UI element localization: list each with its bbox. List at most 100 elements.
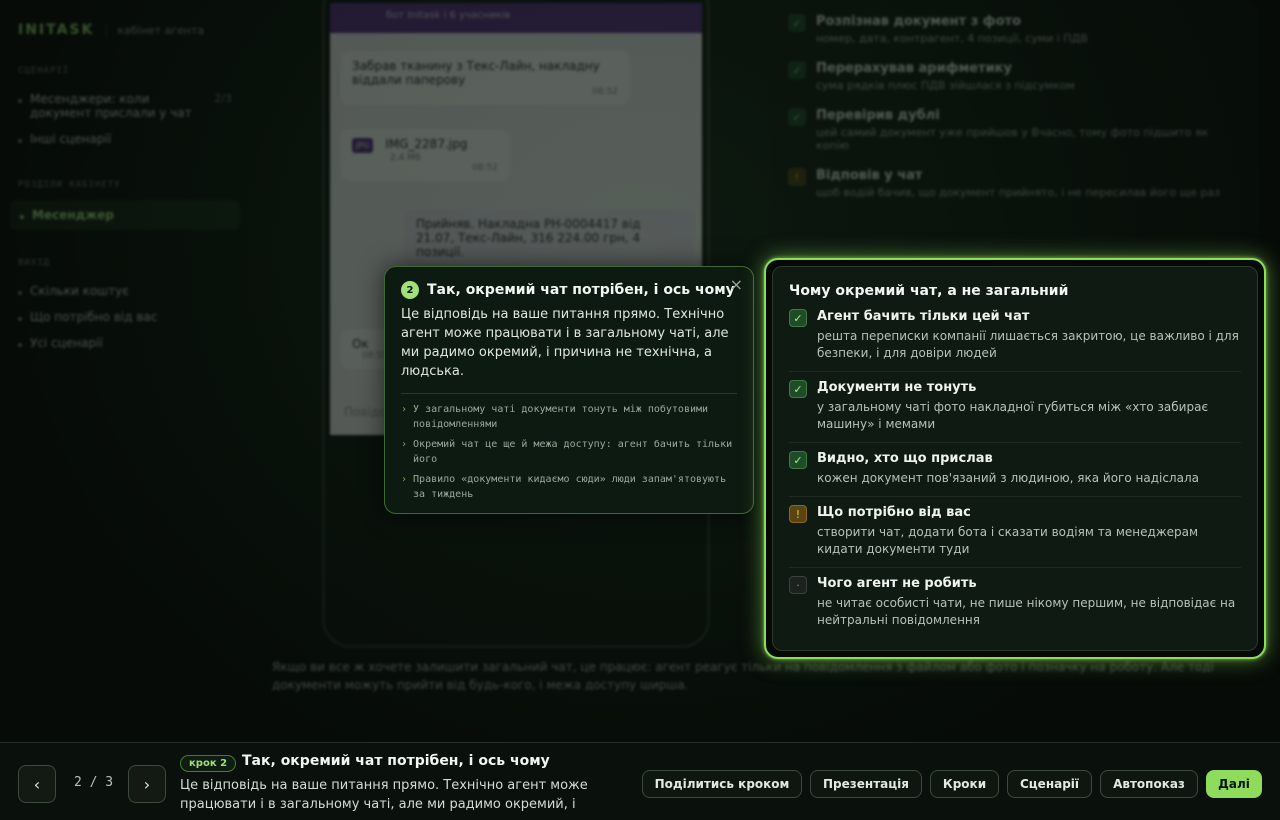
action-title: Перевірив дублі (816, 108, 940, 123)
sidebar-item-other-scenarios[interactable]: Інші сценарії (18, 126, 232, 152)
presentation-button[interactable]: Презентація (810, 770, 922, 798)
sidebar-item-messengers-scenario[interactable]: Месенджери: коли документ прислали у чат… (18, 86, 232, 126)
action-desc: цей самий документ уже прийшов у Вчасно,… (816, 126, 1209, 152)
agent-action-item: ✓ Перевірив дублі цей самий документ уже … (788, 108, 1242, 152)
check-icon: ✓ (789, 380, 807, 398)
chat-file-message[interactable]: JPG IMG_2287.jpg 2,4 Мб 08:52 (340, 129, 510, 181)
popover-bullet: › Окремий чат це ще й межа доступу: агент… (401, 437, 737, 467)
reason-title: Документи не тонуть (817, 380, 977, 395)
agent-action-item: ✓ Розпізнав документ з фото номер, дата, … (788, 14, 1242, 45)
reason-desc: решта переписки компанії лишається закри… (817, 329, 1239, 360)
highlighted-panel-content: Чому окремий чат, а не загальний ✓ Агент… (772, 266, 1258, 651)
sidebar-item-pricing[interactable]: Скільки коштує (18, 278, 232, 304)
reason-item: ! Що потрібно від вас створити чат, дода… (789, 505, 1241, 568)
sidebar: INITASK кабінет агента СЦЕНАРІЇ Месендже… (0, 0, 250, 742)
warning-icon: ! (789, 505, 807, 523)
sidebar-item-label: Месенджер (32, 208, 114, 222)
warning-icon: ! (788, 168, 806, 186)
next-button[interactable]: Далі (1206, 770, 1262, 798)
bullet-icon (18, 139, 22, 143)
reason-desc: кожен документ пов'язаний з людиною, яка… (817, 471, 1199, 485)
sidebar-section-title: ВИХІД (18, 258, 51, 268)
divider (401, 393, 737, 394)
panel-title: Чому окремий чат, а не загальний (789, 283, 1069, 299)
brand-subtitle: кабінет агента (106, 23, 204, 37)
action-desc: номер, дата, контрагент, 4 позиції, суми… (816, 32, 1088, 45)
step-badge: крок 2 (180, 755, 237, 772)
steps-button[interactable]: Кроки (930, 770, 999, 798)
reason-desc: у загальному чаті фото накладної губитьс… (817, 400, 1209, 431)
agent-action-item: ! Відповів у чат щоб водій бачив, що доку… (788, 168, 1242, 199)
sidebar-item-label: Інші сценарії (30, 132, 112, 146)
jpg-file-icon: JPG (352, 138, 374, 153)
message-text: Прийняв. Накладна РН-0004417 від 21.07, … (416, 217, 641, 259)
bullet-icon (18, 317, 22, 321)
next-step-arrow-button[interactable]: › (128, 765, 166, 803)
popover-title: Так, окремий чат потрібен, і ось чому (427, 282, 735, 298)
bullet-text: У загальному чаті документи тонуть між п… (413, 404, 709, 430)
bot-message: Прийняв. Накладна РН-0004417 від 21.07, … (404, 209, 694, 267)
step-popover: 2 Так, окремий чат потрібен, і ось чому … (384, 266, 754, 514)
message-text: Ок (352, 337, 369, 351)
share-step-button[interactable]: Поділитись кроком (642, 770, 802, 798)
reason-desc: не читає особисті чати, не пише нікому п… (817, 596, 1236, 627)
prev-step-button[interactable]: ‹ (18, 765, 56, 803)
message-time: 08:52 (592, 87, 618, 97)
sidebar-item-label: Що потрібно від вас (30, 310, 158, 324)
check-icon: ✓ (788, 108, 806, 126)
chat-header-subtitle: бот Initask і 6 учасників (386, 10, 511, 21)
sidebar-item-count: 2/3 (214, 92, 232, 105)
sidebar-item-label: Месенджери: коли документ прислали у чат (30, 92, 192, 120)
brand-logo: INITASK (18, 22, 95, 38)
bullet-icon (18, 291, 22, 295)
check-icon: ✓ (789, 309, 807, 327)
brand: INITASK кабінет агента (18, 22, 232, 38)
action-desc: сума рядків плюс ПДВ зійшлася з підсумко… (816, 79, 1075, 92)
highlighted-panel: Чому окремий чат, а не загальний ✓ Агент… (764, 258, 1266, 659)
action-desc: щоб водій бачив, що документ прийнято, і… (816, 186, 1220, 199)
bullet-text: Правило «документи кидаємо сюди» люди за… (413, 474, 727, 500)
agent-actions-list: ✓ Розпізнав документ з фото номер, дата, … (772, 0, 1258, 246)
sidebar-item-requirements[interactable]: Що потрібно від вас (18, 304, 232, 330)
step-description: Це відповідь на ваше питання прямо. Техн… (180, 778, 588, 812)
close-icon[interactable]: × (730, 275, 743, 294)
sidebar-item-label: Скільки коштує (30, 284, 129, 298)
action-title: Перерахував арифметику (816, 61, 1012, 76)
message-time: 08:55 (362, 351, 388, 361)
sidebar-item-all-scenarios[interactable]: Усі сценарії (18, 330, 232, 356)
bullet-icon (20, 215, 24, 219)
sidebar-section-title: РОЗДІЛИ КАБІНЕТУ (18, 180, 121, 190)
scenarios-button[interactable]: Сценарії (1007, 770, 1092, 798)
popover-bullet: › Правило «документи кидаємо сюди» люди з… (401, 472, 737, 502)
reason-title: Видно, хто що прислав (817, 451, 993, 466)
message-text: Забрав тканину з Текс-Лайн, накладну від… (352, 59, 600, 87)
check-icon: ✓ (789, 451, 807, 469)
chevron-right-icon: › (401, 439, 408, 450)
reason-item: ✓ Агент бачить тільки цей чат решта пере… (789, 309, 1241, 372)
step-bar: ‹ 2 / 3 › крок 2 Так, окремий чат потріб… (0, 742, 1280, 820)
file-size: 2,4 Мб (390, 153, 421, 163)
autoshow-button[interactable]: Автопоказ (1100, 770, 1198, 798)
check-icon: ✓ (788, 14, 806, 32)
step-counter: 2 / 3 (74, 775, 114, 790)
file-name: IMG_2287.jpg (385, 137, 468, 151)
reason-title: Агент бачить тільки цей чат (817, 309, 1030, 324)
bullet-text: Окремий чат це ще й межа доступу: агент … (413, 439, 733, 465)
bullet-icon (18, 343, 22, 347)
reason-desc: створити чат, додати бота і сказати воді… (817, 525, 1199, 556)
step-number-badge: 2 (401, 281, 419, 299)
popover-body: Це відповідь на ваше питання прямо. Техн… (401, 307, 729, 379)
chevron-right-icon: › (401, 404, 408, 415)
reason-item: · Чого агент не робить не читає особисті… (789, 576, 1241, 638)
reason-item: ✓ Документи не тонуть у загальному чаті … (789, 380, 1241, 443)
reason-title: Що потрібно від вас (817, 505, 971, 520)
bullet-icon (18, 99, 22, 103)
bottom-note: Якщо ви все ж хочете залишити загальний … (272, 660, 1214, 692)
reason-title: Чого агент не робить (817, 576, 977, 591)
chat-message: Забрав тканину з Текс-Лайн, накладну від… (340, 51, 630, 105)
step-title: Так, окремий чат потрібен, і ось чому (242, 753, 550, 769)
action-title: Відповів у чат (816, 168, 923, 183)
sidebar-item-messenger[interactable]: Месенджер (10, 200, 240, 230)
action-title: Розпізнав документ з фото (816, 14, 1022, 29)
sidebar-section-title: СЦЕНАРІЇ (18, 66, 70, 76)
